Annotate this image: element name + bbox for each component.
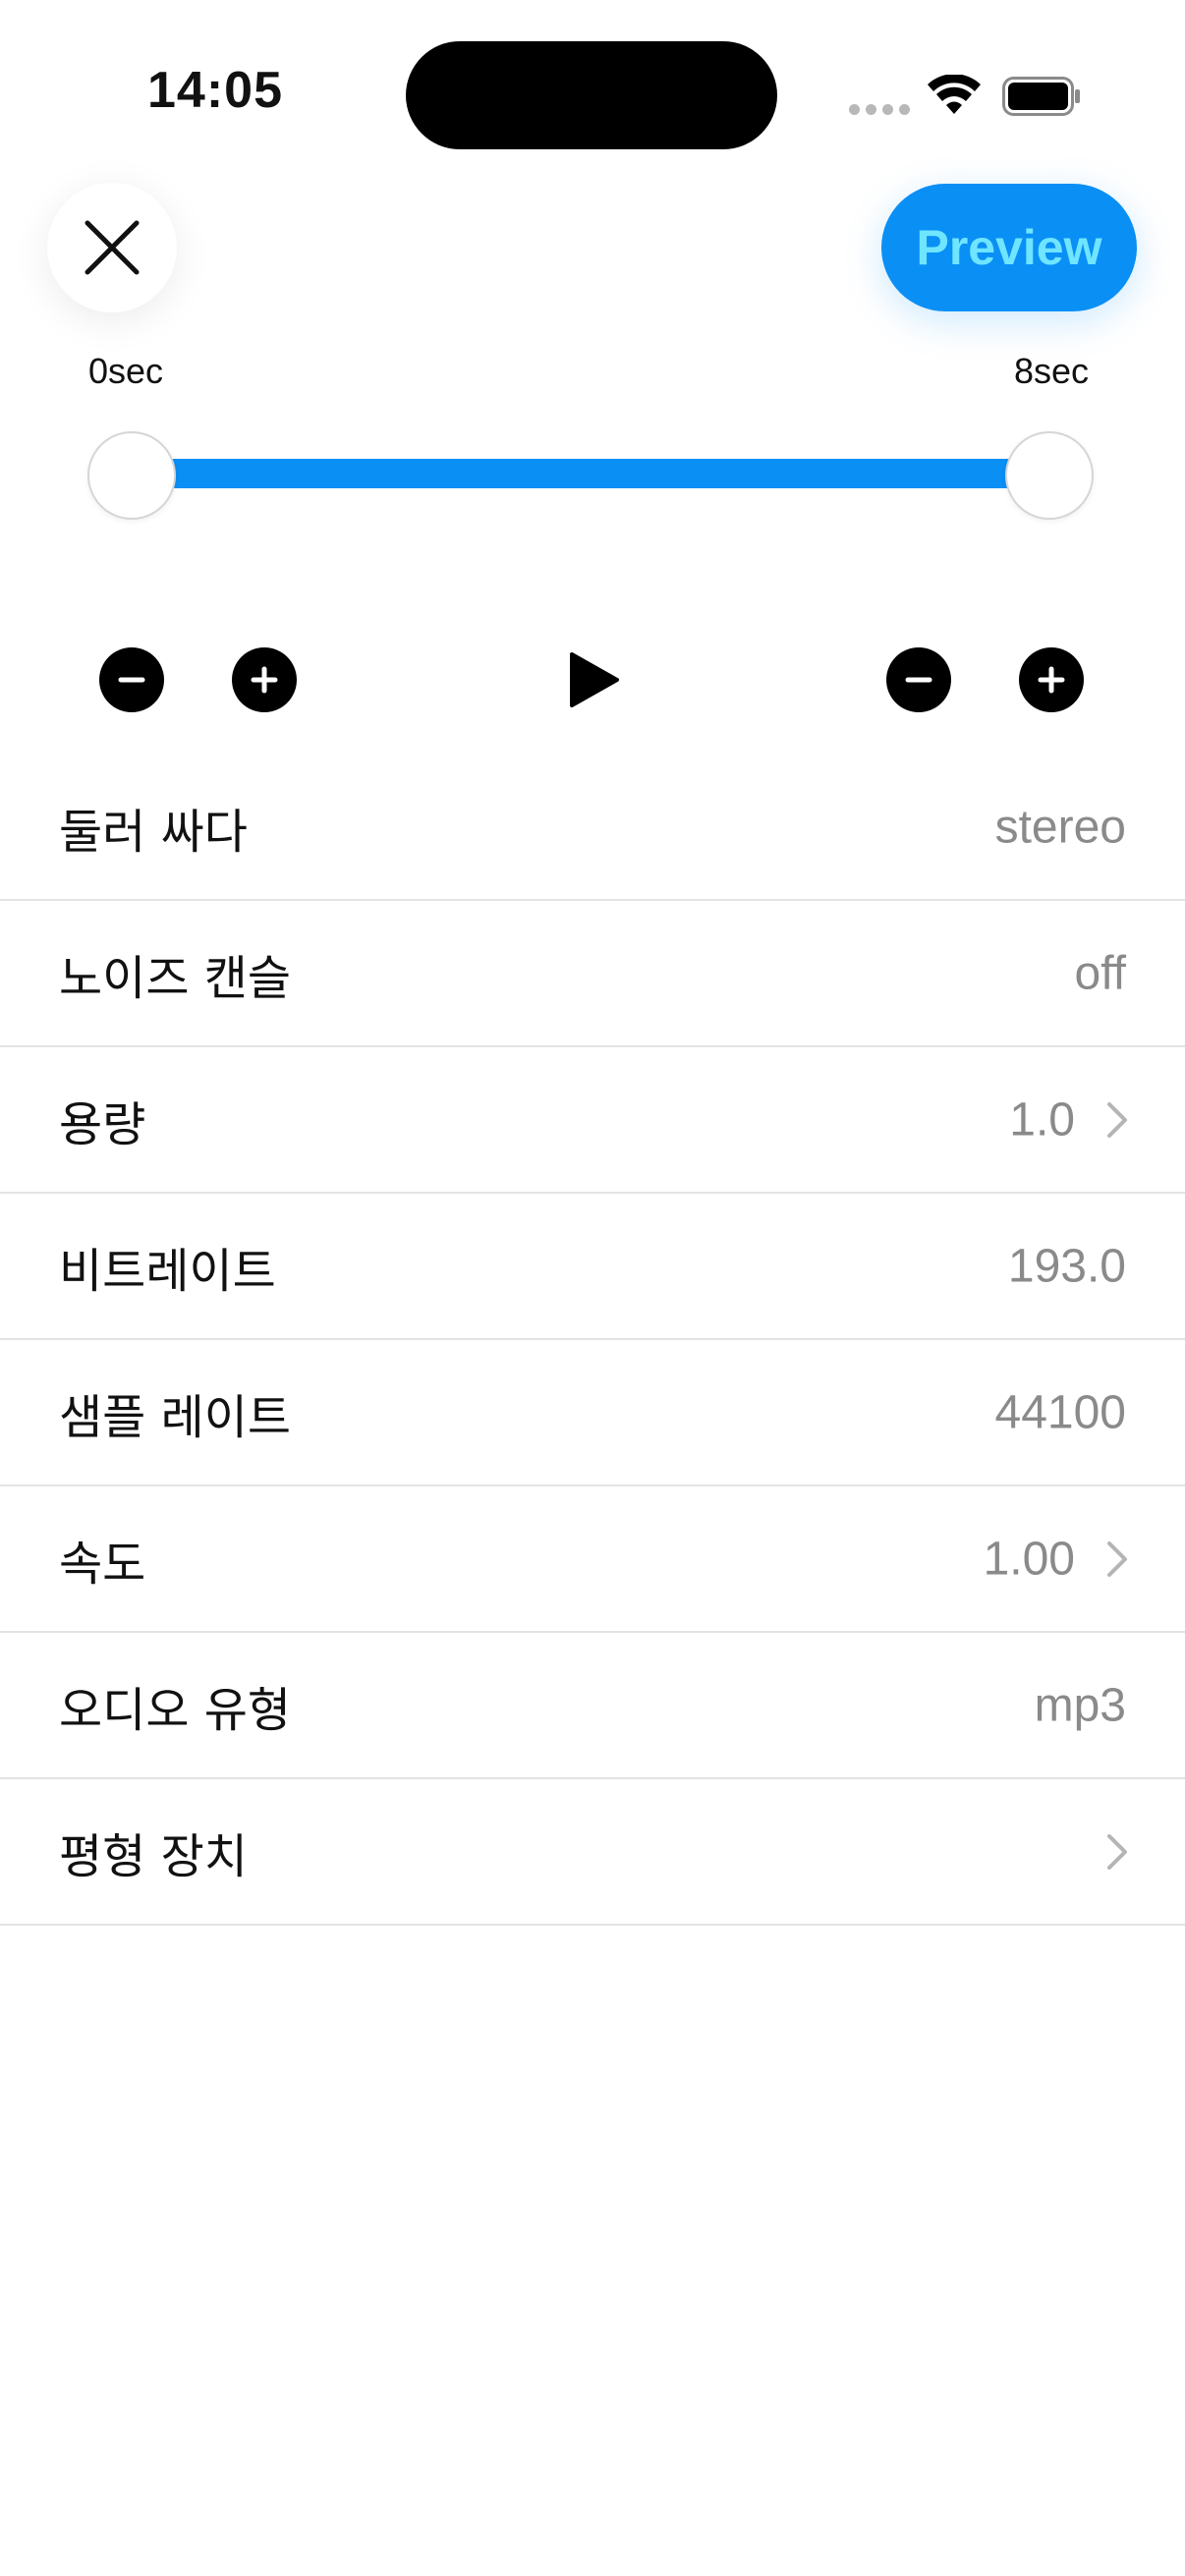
row-value: off — [1074, 947, 1127, 999]
row-value: 1.00 — [983, 1533, 1075, 1585]
close-icon — [85, 220, 140, 275]
close-button[interactable] — [47, 183, 177, 312]
plus-icon — [251, 666, 278, 694]
row-label: 오디오 유형 — [59, 1682, 292, 1738]
settings-row-bitrate[interactable]: 비트레이트 193.0 — [0, 1194, 1185, 1340]
settings-row-audio-type[interactable]: 오디오 유형 mp3 — [0, 1633, 1185, 1779]
row-label: 비트레이트 — [59, 1243, 276, 1299]
minus-icon — [905, 677, 932, 683]
row-value: 44100 — [994, 1386, 1126, 1438]
settings-row-volume[interactable]: 용량 1.0 — [0, 1047, 1185, 1194]
play-icon[interactable] — [566, 650, 621, 709]
settings-row-noise-cancel[interactable]: 노이즈 캔슬 off — [0, 901, 1185, 1047]
chevron-right-icon — [1107, 1540, 1127, 1577]
row-label: 평형 장치 — [59, 1828, 248, 1884]
row-value: 1.0 — [1009, 1093, 1075, 1146]
row-value: mp3 — [1034, 1679, 1126, 1731]
start-increase-button[interactable] — [232, 647, 297, 712]
status-time: 14:05 — [147, 62, 283, 119]
row-label: 둘러 싸다 — [59, 804, 248, 860]
row-label: 속도 — [59, 1536, 146, 1592]
range-start-label: 0sec — [88, 351, 164, 391]
end-increase-button[interactable] — [1019, 647, 1084, 712]
status-bar: 14:05 — [0, 0, 1185, 187]
minus-icon — [118, 677, 145, 683]
plus-icon — [1038, 666, 1065, 694]
row-value: stereo — [994, 801, 1126, 853]
settings-list: 둘러 싸다 stereo 노이즈 캔슬 off 용량 1.0 비트레이트 193… — [0, 755, 1185, 1926]
settings-row-sample-rate[interactable]: 샘플 레이트 44100 — [0, 1340, 1185, 1486]
row-label: 노이즈 캔슬 — [59, 950, 292, 1006]
battery-icon — [1002, 77, 1080, 116]
cellular-signal-icon — [849, 104, 910, 115]
dynamic-island — [406, 41, 777, 149]
range-end-handle[interactable] — [1005, 431, 1094, 520]
start-decrease-button[interactable] — [99, 647, 164, 712]
wifi-icon — [928, 75, 981, 114]
end-decrease-button[interactable] — [886, 647, 951, 712]
row-value: 193.0 — [1007, 1240, 1126, 1292]
range-fill — [131, 459, 1049, 488]
settings-row-equalizer[interactable]: 평형 장치 — [0, 1779, 1185, 1926]
range-start-handle[interactable] — [87, 431, 176, 520]
preview-button[interactable]: Preview — [881, 184, 1137, 311]
settings-row-surround[interactable]: 둘러 싸다 stereo — [0, 755, 1185, 901]
settings-row-speed[interactable]: 속도 1.00 — [0, 1486, 1185, 1633]
range-end-label: 8sec — [1013, 351, 1089, 391]
chevron-right-icon — [1107, 1101, 1127, 1138]
chevron-right-icon — [1107, 1833, 1127, 1870]
row-label: 샘플 레이트 — [59, 1389, 292, 1445]
row-label: 용량 — [59, 1096, 146, 1152]
